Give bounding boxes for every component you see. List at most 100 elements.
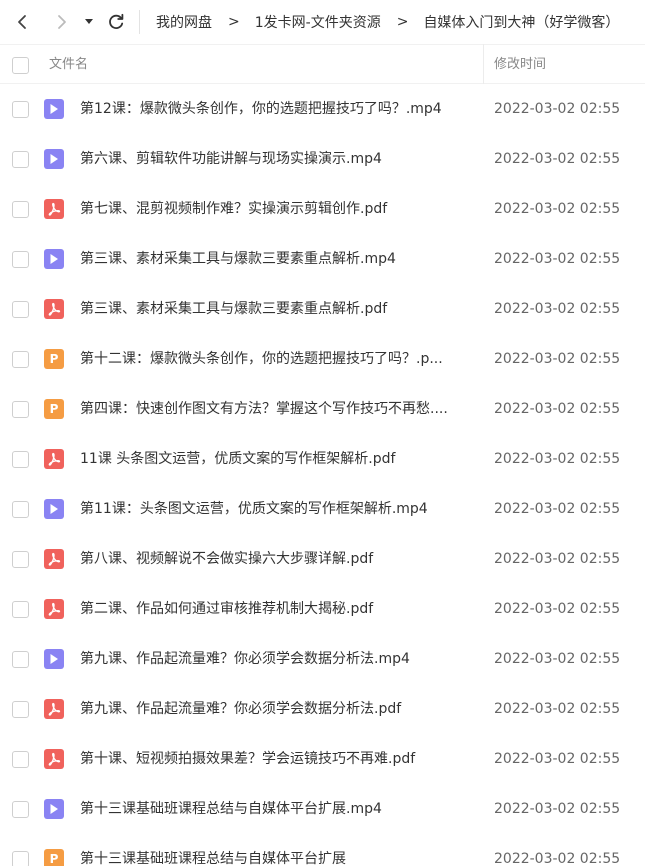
file-name[interactable]: 第12课：爆款微头条创作，你的选题把握技巧了吗？.mp4 — [80, 84, 475, 134]
history-dropdown-button[interactable] — [80, 10, 98, 34]
toolbar-divider — [139, 10, 140, 34]
file-name[interactable]: 第十二课：爆款微头条创作，你的选题把握技巧了吗？.p... — [80, 334, 475, 384]
file-modified-time: 2022-03-02 02:55 — [494, 651, 621, 667]
file-name[interactable]: 11课 头条图文运营，优质文案的写作框架解析.pdf — [80, 434, 475, 484]
file-name[interactable]: 第三课、素材采集工具与爆款三要素重点解析.mp4 — [80, 234, 475, 284]
row-checkbox[interactable] — [12, 201, 29, 218]
pdf-file-icon — [44, 699, 64, 719]
row-checkbox[interactable] — [12, 151, 29, 168]
row-checkbox[interactable] — [12, 551, 29, 568]
file-modified-time: 2022-03-02 02:55 — [494, 751, 621, 767]
file-modified-time: 2022-03-02 02:55 — [494, 451, 621, 467]
file-row[interactable]: 第十课、短视频拍摄效果差？学会运镜技巧不再难.pdf 2022-03-02 02:… — [0, 734, 645, 784]
file-modified-time: 2022-03-02 02:55 — [494, 301, 621, 317]
breadcrumb-separator: > — [396, 14, 409, 30]
refresh-icon — [109, 13, 124, 29]
pdf-file-icon — [44, 449, 64, 469]
row-checkbox[interactable] — [12, 501, 29, 518]
file-modified-time: 2022-03-02 02:55 — [494, 701, 621, 717]
file-modified-time: 2022-03-02 02:55 — [494, 101, 621, 117]
file-modified-time: 2022-03-02 02:55 — [494, 851, 621, 866]
chevron-left-icon — [18, 15, 26, 29]
back-button[interactable] — [10, 10, 34, 34]
row-checkbox[interactable] — [12, 401, 29, 418]
file-row[interactable]: P 第十二课：爆款微头条创作，你的选题把握技巧了吗？.p... 2022-03-02… — [0, 334, 645, 384]
file-modified-time: 2022-03-02 02:55 — [494, 251, 621, 267]
row-checkbox[interactable] — [12, 101, 29, 118]
pdf-file-icon — [44, 299, 64, 319]
file-name[interactable]: 第十三课基础班课程总结与自媒体平台扩展 — [80, 834, 475, 866]
pdf-file-icon — [44, 599, 64, 619]
file-modified-time: 2022-03-02 02:55 — [494, 601, 621, 617]
file-row[interactable]: 第二课、作品如何通过审核推荐机制大揭秘.pdf 2022-03-02 02:55 — [0, 584, 645, 634]
file-name[interactable]: 第七课、混剪视频制作难？实操演示剪辑创作.pdf — [80, 184, 475, 234]
breadcrumb-item-folder[interactable]: 1发卡网-文件夹资源 — [255, 12, 381, 32]
row-checkbox[interactable] — [12, 301, 29, 318]
ppt-file-icon: P — [44, 349, 64, 369]
file-row[interactable]: 第七课、混剪视频制作难？实操演示剪辑创作.pdf 2022-03-02 02:55 — [0, 184, 645, 234]
file-row[interactable]: 第十三课基础班课程总结与自媒体平台扩展.mp4 2022-03-02 02:55 — [0, 784, 645, 834]
file-name[interactable]: 第九课、作品起流量难？你必须学会数据分析法.pdf — [80, 684, 475, 734]
row-checkbox[interactable] — [12, 451, 29, 468]
file-modified-time: 2022-03-02 02:55 — [494, 151, 621, 167]
file-row[interactable]: 第九课、作品起流量难？你必须学会数据分析法.pdf 2022-03-02 02:5… — [0, 684, 645, 734]
file-name[interactable]: 第八课、视频解说不会做实操六大步骤详解.pdf — [80, 534, 475, 584]
file-row[interactable]: 第六课、剪辑软件功能讲解与现场实操演示.mp4 2022-03-02 02:55 — [0, 134, 645, 184]
file-name[interactable]: 第四课：快速创作图文有方法？掌握这个写作技巧不再愁.... — [80, 384, 475, 434]
row-checkbox[interactable] — [12, 751, 29, 768]
chevron-right-icon — [58, 15, 66, 29]
video-file-icon — [44, 649, 64, 669]
file-name[interactable]: 第六课、剪辑软件功能讲解与现场实操演示.mp4 — [80, 134, 475, 184]
select-all-checkbox[interactable] — [12, 57, 29, 74]
file-modified-time: 2022-03-02 02:55 — [494, 201, 621, 217]
row-checkbox[interactable] — [12, 701, 29, 718]
file-row[interactable]: 第11课：头条图文运营，优质文案的写作框架解析.mp4 2022-03-02 02… — [0, 484, 645, 534]
caret-down-icon — [85, 19, 93, 24]
file-row[interactable]: 11课 头条图文运营，优质文案的写作框架解析.pdf 2022-03-02 02:… — [0, 434, 645, 484]
breadcrumb-item-root[interactable]: 我的网盘 — [156, 12, 212, 32]
file-row[interactable]: P 第四课：快速创作图文有方法？掌握这个写作技巧不再愁.... 2022-03-02… — [0, 384, 645, 434]
file-row[interactable]: 第12课：爆款微头条创作，你的选题把握技巧了吗？.mp4 2022-03-02 0… — [0, 84, 645, 134]
file-name[interactable]: 第十课、短视频拍摄效果差？学会运镜技巧不再难.pdf — [80, 734, 475, 784]
file-modified-time: 2022-03-02 02:55 — [494, 401, 621, 417]
file-modified-time: 2022-03-02 02:55 — [494, 501, 621, 517]
row-checkbox[interactable] — [12, 351, 29, 368]
table-header: 文件名 修改时间 — [0, 44, 645, 84]
file-row[interactable]: P 第十三课基础班课程总结与自媒体平台扩展 2022-03-02 02:55 — [0, 834, 645, 866]
file-row[interactable]: 第三课、素材采集工具与爆款三要素重点解析.pdf 2022-03-02 02:55 — [0, 284, 645, 334]
file-name[interactable]: 第二课、作品如何通过审核推荐机制大揭秘.pdf — [80, 584, 475, 634]
ppt-file-icon: P — [44, 849, 64, 866]
file-modified-time: 2022-03-02 02:55 — [494, 551, 621, 567]
file-name[interactable]: 第九课、作品起流量难？你必须学会数据分析法.mp4 — [80, 634, 475, 684]
video-file-icon — [44, 149, 64, 169]
toolbar: 我的网盘 > 1发卡网-文件夹资源 > 自媒体入门到大神（好学微客） — [0, 0, 645, 44]
video-file-icon — [44, 99, 64, 119]
pdf-file-icon — [44, 549, 64, 569]
video-file-icon — [44, 249, 64, 269]
file-row[interactable]: 第九课、作品起流量难？你必须学会数据分析法.mp4 2022-03-02 02:5… — [0, 634, 645, 684]
file-name[interactable]: 第11课：头条图文运营，优质文案的写作框架解析.mp4 — [80, 484, 475, 534]
refresh-button[interactable] — [104, 10, 128, 34]
breadcrumb-item-current[interactable]: 自媒体入门到大神（好学微客） — [423, 12, 619, 32]
row-checkbox[interactable] — [12, 801, 29, 818]
row-checkbox[interactable] — [12, 651, 29, 668]
file-row[interactable]: 第八课、视频解说不会做实操六大步骤详解.pdf 2022-03-02 02:55 — [0, 534, 645, 584]
video-file-icon — [44, 499, 64, 519]
column-header-name[interactable]: 文件名 — [49, 45, 88, 85]
column-resize-handle[interactable] — [483, 44, 484, 84]
ppt-file-icon: P — [44, 399, 64, 419]
file-name[interactable]: 第十三课基础班课程总结与自媒体平台扩展.mp4 — [80, 784, 475, 834]
file-row[interactable]: 第三课、素材采集工具与爆款三要素重点解析.mp4 2022-03-02 02:55 — [0, 234, 645, 284]
column-header-modified[interactable]: 修改时间 — [494, 45, 546, 85]
file-name[interactable]: 第三课、素材采集工具与爆款三要素重点解析.pdf — [80, 284, 475, 334]
file-modified-time: 2022-03-02 02:55 — [494, 351, 621, 367]
video-file-icon — [44, 799, 64, 819]
row-checkbox[interactable] — [12, 251, 29, 268]
forward-button[interactable] — [50, 10, 74, 34]
row-checkbox[interactable] — [12, 601, 29, 618]
pdf-file-icon — [44, 199, 64, 219]
breadcrumb-separator: > — [228, 14, 240, 30]
row-checkbox[interactable] — [12, 851, 29, 866]
file-list: 第12课：爆款微头条创作，你的选题把握技巧了吗？.mp4 2022-03-02 0… — [0, 84, 645, 866]
breadcrumb: 我的网盘 > 1发卡网-文件夹资源 > 自媒体入门到大神（好学微客） — [156, 0, 619, 44]
